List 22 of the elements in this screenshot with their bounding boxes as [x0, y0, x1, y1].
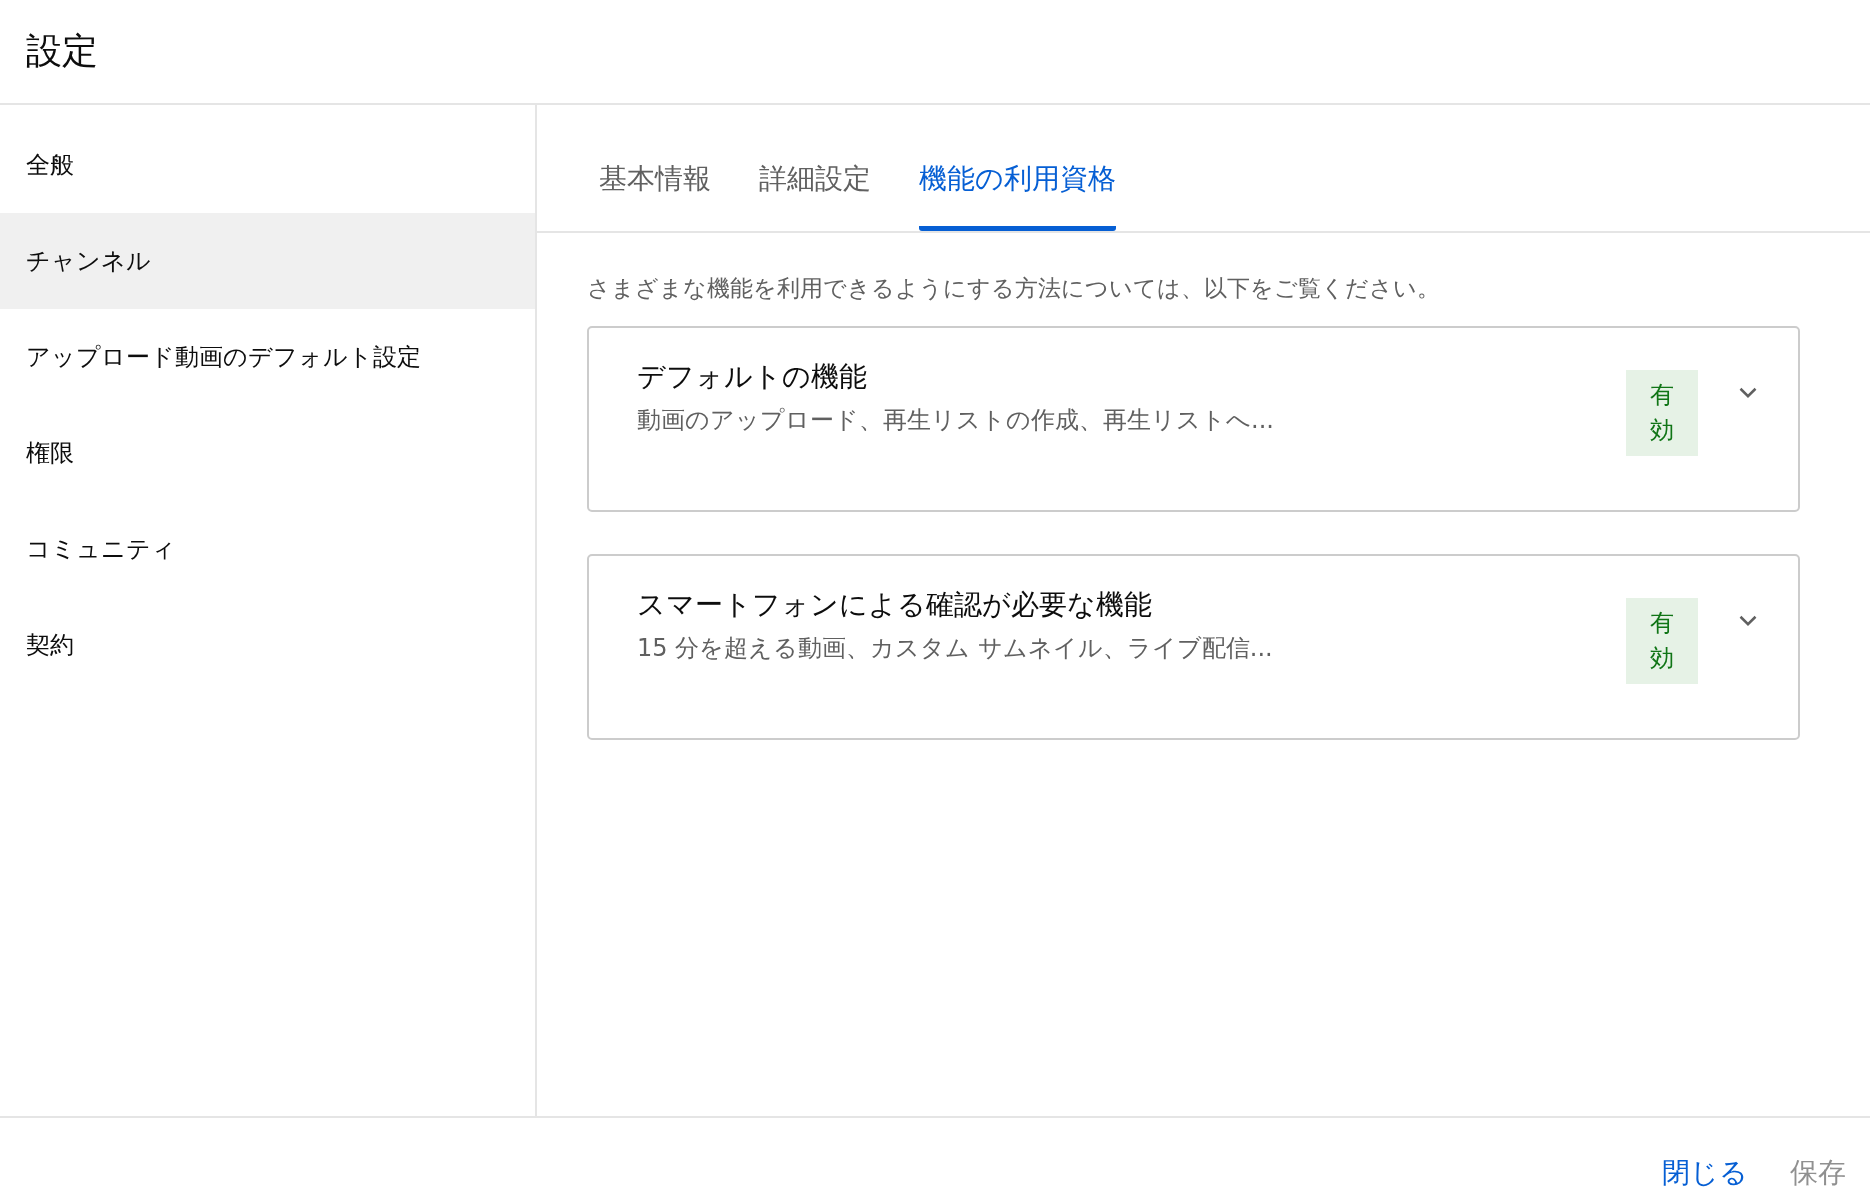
feature-card[interactable]: スマートフォンによる確認が必要な機能 15 分を超える動画、カスタム サムネイル、ライブ配信... 有効 [587, 554, 1800, 740]
feature-title: スマートフォンによる確認が必要な機能 [637, 587, 1153, 623]
feature-description: 15 分を超える動画、カスタム サムネイル、ライブ配信... [637, 633, 1274, 664]
footer-button[interactable]: 閉じる [1662, 1154, 1748, 1192]
tab[interactable]: 基本情報 [599, 160, 711, 231]
status-badge: 有効 [1626, 598, 1698, 684]
sidebar-item[interactable]: 契約 [0, 597, 535, 693]
feature-card[interactable]: デフォルトの機能 動画のアップロード、再生リストの作成、再生リストへ... 有効 [587, 326, 1800, 512]
sidebar-item[interactable]: チャンネル [0, 213, 535, 309]
tab[interactable]: 詳細設定 [759, 160, 871, 231]
sidebar-item[interactable]: 権限 [0, 405, 535, 501]
tab[interactable]: 機能の利用資格 [919, 160, 1116, 231]
status-badge: 有効 [1626, 370, 1698, 456]
sidebar-item[interactable]: コミュニティ [0, 501, 535, 597]
feature-description: 動画のアップロード、再生リストの作成、再生リストへ... [637, 405, 1275, 436]
intro-text: さまざまな機能を利用できるようにする方法については、以下をご覧ください。 [587, 274, 1441, 303]
window-title: 設定 [26, 29, 98, 73]
chevron-icon[interactable] [1738, 386, 1758, 399]
feature-title: デフォルトの機能 [637, 359, 868, 395]
sidebar-item[interactable]: 全般 [0, 117, 535, 213]
chevron-icon[interactable] [1738, 614, 1758, 627]
sidebar-item[interactable]: アップロード動画のデフォルト設定 [0, 309, 535, 405]
